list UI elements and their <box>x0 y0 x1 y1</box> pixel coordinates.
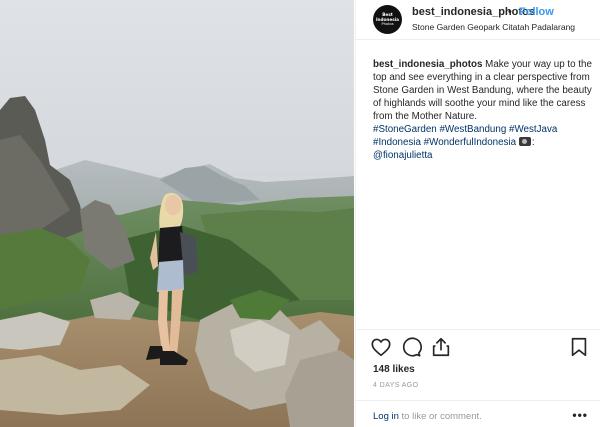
hashtag-westjava[interactable]: #WestJava <box>509 124 557 135</box>
post-caption: best_indonesia_photos Make your way up t… <box>373 58 595 162</box>
avatar-text-3: Photos <box>381 22 394 26</box>
post-photo[interactable] <box>0 0 354 427</box>
post-photo-image <box>0 0 354 427</box>
login-prompt-text: to like or comment. <box>398 411 482 422</box>
login-link[interactable]: Log in <box>373 411 399 422</box>
hashtag-stonegarden[interactable]: #StoneGarden <box>373 124 437 135</box>
separator-dot: • <box>508 6 512 18</box>
username-link[interactable]: best_indonesia_photos <box>412 6 535 18</box>
post-timestamp: 4 DAYS AGO <box>373 382 419 389</box>
comment-icon[interactable] <box>400 336 422 358</box>
hashtag-wonderfulindonesia[interactable]: #WonderfulIndonesia <box>424 137 516 148</box>
camera-emoji-icon <box>518 137 531 146</box>
login-prompt: Log in to like or comment. <box>373 411 482 422</box>
divider <box>356 329 600 330</box>
hashtag-indonesia[interactable]: #Indonesia <box>373 137 421 148</box>
location-link[interactable]: Stone Garden Geopark Citatah Padalarang <box>412 22 575 32</box>
share-icon[interactable] <box>430 336 452 358</box>
more-options-button[interactable]: ••• <box>572 408 588 422</box>
heart-icon[interactable] <box>370 336 392 358</box>
follow-button[interactable]: Follow <box>519 6 554 18</box>
likes-count[interactable]: 148 likes <box>373 364 415 375</box>
post-header: Best Indonesia Photos best_indonesia_pho… <box>356 0 600 40</box>
caption-colon: : <box>531 137 535 148</box>
post-sidebar: Best Indonesia Photos best_indonesia_pho… <box>355 0 600 427</box>
avatar[interactable]: Best Indonesia Photos <box>373 5 402 34</box>
bookmark-icon[interactable] <box>568 336 590 358</box>
hashtag-westbandung[interactable]: #WestBandung <box>439 124 506 135</box>
action-bar <box>356 336 600 358</box>
caption-username[interactable]: best_indonesia_photos <box>373 59 482 70</box>
mention-link[interactable]: @fionajulietta <box>373 150 433 161</box>
divider <box>356 400 600 401</box>
